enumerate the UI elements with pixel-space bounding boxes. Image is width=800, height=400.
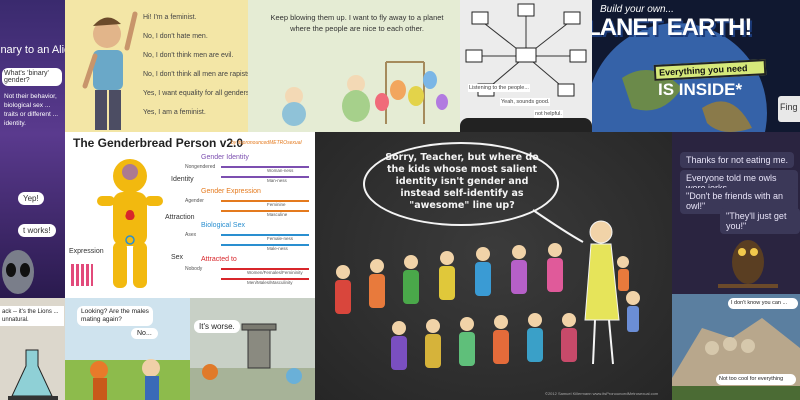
genderbread-label-expression: Expression [69,248,104,255]
alien-figure-icon [2,250,34,294]
feminist-line-1: Hi! I'm a feminist. [143,14,197,21]
kids-with-balloons-icon [282,61,448,126]
owl-icon [718,240,778,288]
alien-bubble-works: t works! [18,224,56,237]
males-bubble-1: Looking? Are the males mating again? [77,306,153,326]
scale-expression-bar2 [221,210,309,212]
scale-identity: Gender Identity Nongendered Woman-ness M… [185,154,311,188]
cartoon-characters-icon [90,359,160,400]
tile-teacher-line-up[interactable]: Sorry, Teacher, but where do the kids wh… [315,132,672,400]
earth-inside-label: IS INSIDE [658,80,736,99]
scale-attraction-side: Nobody [185,266,203,272]
earth-big-title: LANET EARTH! [592,14,752,41]
network-caption-1: Listening to the people... [468,84,530,92]
scale-expression-side: Agender [185,198,204,204]
tile-genderbread[interactable]: The Genderbread Person v2.0 by itspronou… [65,132,315,298]
alien-bubble-question: What's 'binary' gender? [2,68,62,86]
tile-binary-alien[interactable]: inary to an Alien What's 'binary' gender… [0,0,65,298]
scale-sex-bar [221,234,309,236]
rush-bubble-2: Not too cool for everything [716,374,796,385]
stone-monument-icon [190,323,315,400]
scale-sex-right: Male-ness [267,246,288,251]
teacher-footer: ©2012 Samuel Killermann www.itsPronounce… [545,391,659,396]
scale-sex: Biological Sex Asex Female-ness Male-nes… [185,222,311,256]
scale-attraction-right: Men/Males/Masculinity [247,280,293,285]
males-bubble-2: No... [131,328,158,339]
scale-sex-title: Biological Sex [201,222,245,229]
scale-expression-title: Gender Expression [201,188,261,195]
earth-asterisk: * [735,80,743,99]
scale-expression-right: Masculine [267,212,288,217]
scale-expression-bar [221,200,309,202]
network-caption-3: not helpful. [534,110,563,118]
chalk-kids-drawing-icon [335,209,640,370]
qr-code-icon [71,264,93,286]
tile-feminist[interactable]: Hi! I'm a feminist. No, I don't hate men… [65,0,248,132]
scale-sex-left: Female-ness [267,236,294,241]
scale-sex-bar2 [221,244,309,246]
feminist-line-3: No, I don't think men are evil. [143,52,234,59]
mountain-faces-icon [672,318,800,400]
tile-rushmore[interactable]: I don't know you can ... Not too cool fo… [672,294,800,400]
scale-identity-side: Nongendered [185,164,216,170]
tile-its-worse[interactable]: It's worse. [190,298,315,400]
scale-expression-left: Feminine [267,202,286,207]
genderbread-scales: Gender Identity Nongendered Woman-ness M… [185,154,311,290]
lions-text: ack -- it's the Lions ... unnatural. [0,306,64,326]
scale-sex-side: Asex [185,232,197,238]
genderbread-title: The Genderbread Person v2.0 [73,136,244,150]
feminist-line-5: Yes, I want equality for all genders. [143,90,248,97]
earth-side-panel: Fing [778,96,800,122]
scale-identity-bar2 [221,176,309,178]
scale-attraction-left: Women/Females/Femininity [247,270,303,275]
scale-identity-left: Woman-ness [267,168,294,173]
tile-planet-earth[interactable]: Build your own... LANET EARTH! Everythin… [592,0,800,132]
flask-icon [8,349,58,400]
earth-side-text: Fing [780,102,798,112]
scale-attraction: Attracted to Nobody Women/Females/Femini… [185,256,311,290]
alien-body-text: Not their behavior, biological sex ... t… [4,93,59,127]
waving-man-icon [82,11,138,130]
genderbread-label-sex: Sex [171,254,184,261]
tile-lions[interactable]: ack -- it's the Lions ... unnatural. [0,298,65,400]
owl-message-1: Thanks for not eating me. [680,152,795,168]
genderbread-byline: by itspronouncedMETROsexual [231,140,302,146]
feminist-line-4: No, I don't think all men are rapists. [143,71,248,78]
scale-identity-right: Man-ness [267,178,287,183]
network-caption-2: Yeah, sounds good. [500,98,551,106]
audience-silhouettes [460,118,592,132]
scale-identity-title: Gender Identity [201,154,249,161]
scale-expression: Gender Expression Agender Feminine Mascu… [185,188,311,222]
scale-identity-bar [221,166,309,168]
tile-network[interactable]: Listening to the people... Yeah, sounds … [460,0,592,132]
network-diagram-icon [465,3,587,97]
earth-everything-text: Everything you need [658,63,748,78]
tile-balloons[interactable]: Keep blowing them up. I want to fly away… [248,0,460,132]
balloon-caption: Keep blowing them up. I want to fly away… [270,13,444,33]
gingerbread-person-icon [97,159,163,288]
alien-bubble-yep: Yep! [18,192,44,205]
feminist-line-2: No, I don't hate men. [143,33,208,40]
tile-males-mating[interactable]: Looking? Are the males mating again? No.… [65,298,190,400]
feminist-line-6: Yes, I am a feminist. [143,109,206,116]
tile-owl-chat[interactable]: Thanks for not eating me. Everyone told … [672,132,800,294]
alien-title: inary to an Alien [0,44,65,56]
earth-inside-text: IS INSIDE* [658,80,742,100]
scale-attraction-title: Attracted to [201,256,237,263]
